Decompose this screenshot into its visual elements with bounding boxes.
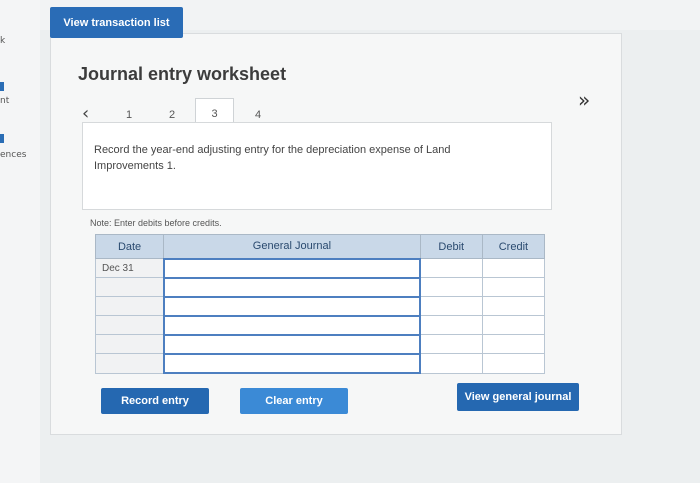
- debit-input[interactable]: [419, 277, 483, 298]
- debit-input[interactable]: [419, 334, 483, 355]
- column-header-debit: Debit: [419, 234, 483, 259]
- credit-input[interactable]: [481, 257, 546, 279]
- date-cell[interactable]: [94, 277, 165, 298]
- sidebar-marker: [0, 134, 4, 143]
- date-cell[interactable]: [94, 353, 165, 374]
- date-cell[interactable]: [94, 334, 165, 355]
- debit-input[interactable]: [419, 296, 483, 317]
- credit-input[interactable]: [481, 296, 546, 317]
- account-input[interactable]: [162, 257, 422, 279]
- account-input[interactable]: [162, 333, 422, 355]
- journal-table: Date General Journal Debit Credit Dec 31: [94, 234, 546, 375]
- credit-input[interactable]: [481, 277, 546, 298]
- left-sidebar-strip: k nt ences: [0, 0, 40, 483]
- account-input[interactable]: [162, 295, 422, 317]
- account-input[interactable]: [162, 276, 422, 298]
- table-row: [94, 314, 546, 336]
- page-title: Journal entry worksheet: [78, 64, 287, 84]
- column-header-date: Date: [94, 234, 165, 259]
- column-header-general-journal: General Journal: [163, 234, 421, 259]
- credit-input[interactable]: [481, 353, 546, 374]
- note-text: Note: Enter debits before credits.: [90, 218, 222, 228]
- date-cell[interactable]: [94, 315, 165, 336]
- debit-input[interactable]: [419, 353, 483, 374]
- debit-input[interactable]: [419, 315, 483, 336]
- account-input[interactable]: [162, 314, 422, 336]
- clear-entry-button[interactable]: Clear entry: [240, 388, 348, 414]
- table-row: [94, 352, 546, 375]
- table-row: [94, 276, 546, 298]
- table-row: Dec 31: [94, 257, 546, 279]
- account-input[interactable]: [162, 352, 422, 375]
- double-chevron-right-icon[interactable]: »: [578, 88, 590, 112]
- debit-input[interactable]: [419, 257, 483, 279]
- record-entry-button[interactable]: Record entry: [101, 388, 209, 414]
- table-row: [94, 295, 546, 317]
- column-header-credit: Credit: [481, 234, 546, 259]
- sidebar-fragment-3: ences: [0, 150, 27, 160]
- credit-input[interactable]: [481, 334, 546, 355]
- prompt-text: Record the year-end adjusting entry for …: [94, 144, 451, 172]
- date-cell[interactable]: Dec 31: [94, 257, 165, 279]
- credit-input[interactable]: [481, 315, 546, 336]
- chevron-left-icon[interactable]: ‹: [82, 103, 89, 124]
- sidebar-fragment-2: nt: [0, 96, 10, 106]
- view-general-journal-button[interactable]: View general journal: [457, 383, 579, 411]
- view-transaction-list-button[interactable]: View transaction list: [50, 7, 183, 38]
- sidebar-marker: [0, 82, 4, 91]
- sidebar-fragment-1: k: [0, 36, 6, 46]
- date-cell[interactable]: [94, 296, 165, 317]
- table-row: [94, 333, 546, 355]
